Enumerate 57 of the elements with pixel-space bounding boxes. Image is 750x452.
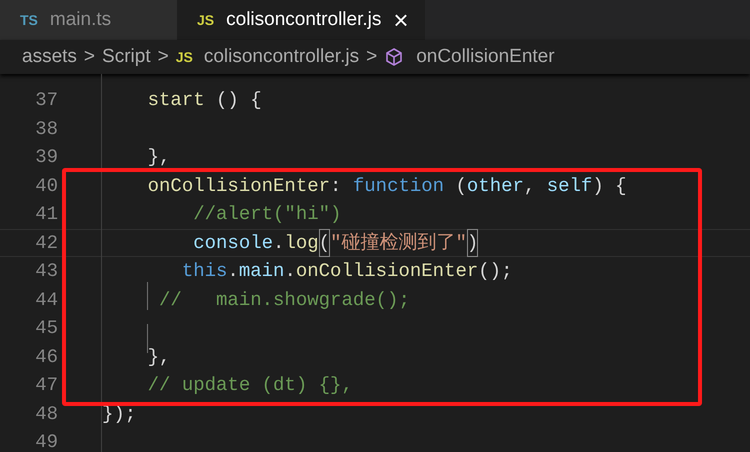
bracket: ) xyxy=(466,228,478,257)
breadcrumb-separator: > xyxy=(84,44,96,69)
line-number: 49 xyxy=(34,430,58,452)
close-icon[interactable]: × xyxy=(393,7,409,33)
line-number: 42 xyxy=(34,230,58,256)
bracket: ( xyxy=(318,228,330,257)
file-type-label: JS xyxy=(197,10,214,30)
code-comment: // main.showgrade(); xyxy=(158,288,410,312)
line-number: 37 xyxy=(34,88,58,113)
code-text: (); xyxy=(478,259,512,284)
variable-name: main xyxy=(238,259,284,284)
code-comment: // update (dt) {}, xyxy=(146,373,353,398)
breadcrumb-item[interactable]: colisoncontroller.js xyxy=(204,42,360,72)
line-number: 43 xyxy=(34,259,58,284)
code-text: : xyxy=(330,174,342,198)
code-text: . xyxy=(273,230,284,256)
line-number: 45 xyxy=(34,316,58,341)
line-number: 40 xyxy=(34,174,58,198)
line-number: 44 xyxy=(34,288,58,312)
code-text: () { xyxy=(215,88,262,113)
line-number: 47 xyxy=(34,373,58,398)
code-text: . xyxy=(227,259,239,284)
line-number: 46 xyxy=(34,344,58,370)
file-type-label: TS xyxy=(20,10,38,30)
breadcrumb-item[interactable]: assets xyxy=(22,42,77,72)
string-literal: "碰撞检测到了" xyxy=(330,230,467,256)
line-number: 41 xyxy=(34,202,58,227)
breadcrumb-item[interactable]: Script xyxy=(102,42,151,72)
method-name: onCollisionEnter xyxy=(296,259,478,284)
tab-label: main.ts xyxy=(50,8,112,32)
file-type-label: JS xyxy=(176,48,193,66)
line-number: 48 xyxy=(34,402,58,426)
variable-name: self xyxy=(546,174,592,198)
variable-name: console xyxy=(192,230,274,256)
keyword: this xyxy=(180,259,228,284)
breadcrumb-separator: > xyxy=(158,44,169,69)
method-name: start xyxy=(146,88,205,113)
editor-tab[interactable]: JS colisoncontroller.js × xyxy=(177,0,425,40)
line-number: 39 xyxy=(34,145,58,170)
code-text: }); xyxy=(102,402,136,426)
breadcrumb-separator: > xyxy=(366,44,378,69)
cube-icon xyxy=(384,47,404,67)
code-text: ) { xyxy=(592,174,627,198)
keyword: function xyxy=(352,174,444,198)
code-text: }, xyxy=(146,145,170,170)
editor-tab[interactable]: TS main.ts xyxy=(0,0,177,40)
line-number: 38 xyxy=(34,116,58,142)
code-text: . xyxy=(284,259,296,284)
code-text: , xyxy=(524,174,536,198)
variable-name: other xyxy=(466,174,524,198)
code-text: ( xyxy=(454,174,467,198)
method-name: onCollisionEnter xyxy=(146,174,330,198)
method-name: log xyxy=(284,230,319,256)
code-comment: //alert("hi") xyxy=(192,202,342,227)
breadcrumb-item[interactable]: onCollisionEnter xyxy=(416,42,555,72)
tab-label: colisoncontroller.js xyxy=(226,8,382,32)
code-text: }, xyxy=(146,344,170,370)
